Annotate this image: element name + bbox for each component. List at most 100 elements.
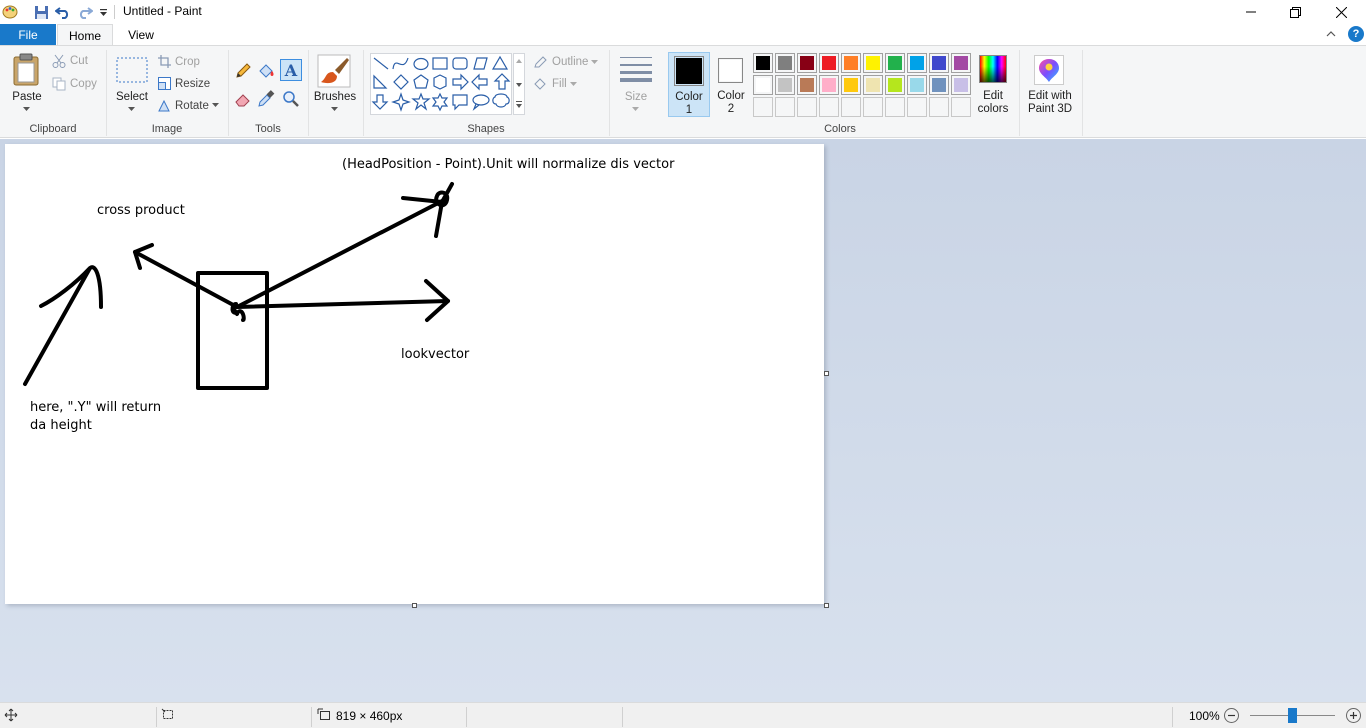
outline-button[interactable]: Outline xyxy=(533,55,599,69)
selection-size-icon xyxy=(161,708,175,725)
eraser-tool[interactable] xyxy=(234,90,254,110)
drawing-canvas[interactable]: (HeadPosition - Point).Unit will normali… xyxy=(5,144,824,604)
resize-handle-corner[interactable] xyxy=(824,603,829,608)
restore-button[interactable] xyxy=(1272,0,1318,24)
copy-icon xyxy=(52,77,66,91)
palette-swatch[interactable] xyxy=(841,53,861,73)
color2-swatch xyxy=(718,58,743,83)
resize-handle-right[interactable] xyxy=(824,371,829,376)
crop-button[interactable]: Crop xyxy=(158,55,200,68)
cut-button[interactable]: Cut xyxy=(52,54,88,68)
palette-swatch[interactable] xyxy=(775,97,795,117)
palette-swatch[interactable] xyxy=(753,53,773,73)
rainbow-palette-icon xyxy=(979,55,1007,83)
ribbon: Paste Cut Copy Clipboard Select Crop Res… xyxy=(0,45,1366,138)
minimize-icon xyxy=(1246,11,1256,13)
crop-label: Crop xyxy=(175,55,200,68)
palette-swatch[interactable] xyxy=(929,75,949,95)
pencil-tool[interactable] xyxy=(234,62,254,82)
save-icon[interactable] xyxy=(32,4,50,20)
rotate-label: Rotate xyxy=(175,99,209,112)
palette-swatch[interactable] xyxy=(951,75,971,95)
canvas-text-lookvector: lookvector xyxy=(401,347,470,362)
minimize-button[interactable] xyxy=(1228,0,1274,24)
tab-view[interactable]: View xyxy=(115,24,167,46)
paint3d-label-line2: Paint 3D xyxy=(1027,103,1073,115)
clipboard-icon xyxy=(13,53,39,86)
palette-swatch[interactable] xyxy=(885,97,905,117)
copy-button[interactable]: Copy xyxy=(52,77,97,91)
palette-swatch[interactable] xyxy=(885,53,905,73)
text-tool[interactable]: A xyxy=(280,59,302,81)
help-icon[interactable]: ? xyxy=(1348,26,1364,42)
palette-swatch[interactable] xyxy=(951,53,971,73)
edit-with-paint3d-button[interactable]: Edit with Paint 3D xyxy=(1024,52,1076,117)
scissors-icon xyxy=(52,54,66,68)
magnifier-tool[interactable] xyxy=(282,90,302,110)
fill-button[interactable]: Fill xyxy=(533,77,577,91)
text-a-icon: A xyxy=(284,62,298,78)
color1-button[interactable]: Color 1 xyxy=(668,52,710,117)
status-bar: 819 × 460px 100% xyxy=(0,702,1366,728)
palette-swatch[interactable] xyxy=(775,53,795,73)
rotate-button[interactable]: Rotate xyxy=(158,99,219,112)
palette-swatch[interactable] xyxy=(753,75,773,95)
undo-icon[interactable] xyxy=(54,4,72,20)
palette-swatch[interactable] xyxy=(797,97,817,117)
palette-swatch[interactable] xyxy=(753,97,773,117)
select-rectangle-icon xyxy=(116,57,148,83)
palette-swatch[interactable] xyxy=(929,97,949,117)
tab-home[interactable]: Home xyxy=(57,24,113,47)
brushes-button[interactable]: Brushes xyxy=(313,49,357,119)
palette-swatch[interactable] xyxy=(863,53,883,73)
resize-handle-bottom[interactable] xyxy=(412,603,417,608)
palette-swatch[interactable] xyxy=(907,53,927,73)
color-picker-tool[interactable] xyxy=(257,90,277,110)
palette-swatch[interactable] xyxy=(775,75,795,95)
palette-swatch[interactable] xyxy=(819,53,839,73)
zoom-in-button[interactable] xyxy=(1346,708,1361,723)
close-button[interactable] xyxy=(1318,0,1364,24)
fill-tool[interactable] xyxy=(257,62,277,82)
redo-icon[interactable] xyxy=(76,4,94,20)
canvas-size-text: 819 × 460px xyxy=(336,709,403,723)
title-divider xyxy=(114,5,115,19)
paint-app-icon[interactable] xyxy=(2,4,18,20)
color2-label-line2: 2 xyxy=(727,103,735,115)
color2-label-line1: Color xyxy=(717,90,745,102)
zoom-out-button[interactable] xyxy=(1224,708,1239,723)
zoom-slider-thumb[interactable] xyxy=(1288,708,1297,723)
palette-swatch[interactable] xyxy=(907,75,927,95)
palette-swatch[interactable] xyxy=(819,75,839,95)
palette-swatch[interactable] xyxy=(863,75,883,95)
palette-swatch[interactable] xyxy=(841,75,861,95)
color2-button[interactable]: Color 2 xyxy=(711,52,751,117)
palette-swatch[interactable] xyxy=(819,97,839,117)
palette-swatch[interactable] xyxy=(951,97,971,117)
palette-swatch[interactable] xyxy=(885,75,905,95)
cut-label: Cut xyxy=(70,55,88,67)
size-button[interactable]: Size xyxy=(616,49,656,117)
chevron-down-icon xyxy=(128,107,135,111)
palette-swatch[interactable] xyxy=(797,53,817,73)
palette-swatch[interactable] xyxy=(929,53,949,73)
shapes-gallery xyxy=(370,53,512,115)
svg-text:A: A xyxy=(284,62,298,78)
edit-colors-button[interactable]: Edit colors xyxy=(974,52,1012,117)
select-button[interactable]: Select xyxy=(113,49,151,117)
minimize-ribbon-icon[interactable] xyxy=(1326,28,1336,42)
palette-swatch[interactable] xyxy=(797,75,817,95)
outline-label: Outline xyxy=(552,56,589,68)
colors-group-label: Colors xyxy=(824,123,856,135)
paste-button[interactable]: Paste xyxy=(8,49,46,117)
palette-swatch[interactable] xyxy=(841,97,861,117)
palette-swatch[interactable] xyxy=(907,97,927,117)
resize-button[interactable]: Resize xyxy=(158,77,210,90)
palette-swatch[interactable] xyxy=(863,97,883,117)
shapes-scrollbar[interactable] xyxy=(513,53,525,115)
copy-label: Copy xyxy=(70,78,97,90)
tab-file[interactable]: File xyxy=(0,24,56,46)
cursor-position-icon xyxy=(4,708,18,725)
customize-qat-icon[interactable] xyxy=(97,4,109,20)
canvas-text-cross-product: cross product xyxy=(97,203,185,218)
